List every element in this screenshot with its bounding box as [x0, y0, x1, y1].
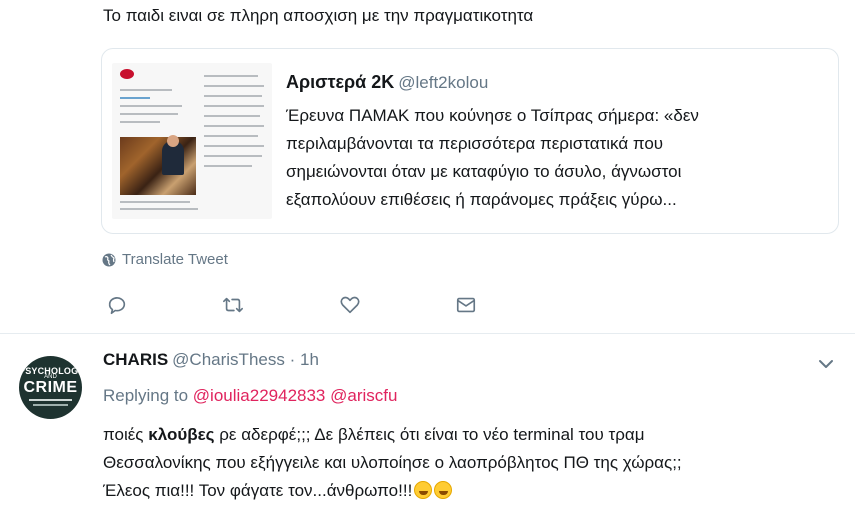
- quoted-line: εξαπολύουν επιθέσεις ή παράνομες πράξεις…: [286, 190, 677, 209]
- quoted-tweet-header: Αριστερά 2Κ @left2kolou: [286, 72, 488, 93]
- laughing-emoji-icon: [414, 481, 433, 499]
- tweet-actions: [104, 292, 504, 318]
- quoted-line: σημειώνονται όταν με καταφύγιο το άσυλο,…: [286, 162, 682, 181]
- reply-button[interactable]: [104, 292, 130, 318]
- chevron-down-icon[interactable]: [816, 354, 836, 374]
- thumbnail-logo: [120, 69, 134, 79]
- reply-line: ποιές κλούβες ρε αδερφέ;;; Δε βλέπεις ότ…: [103, 421, 843, 449]
- replying-to: Replying to @ioulia22942833 @ariscfu: [103, 386, 397, 406]
- avatar[interactable]: PSYCHOLOGY AND CRIME: [19, 356, 82, 419]
- direct-message-button[interactable]: [453, 292, 479, 318]
- translate-tweet-link[interactable]: Translate Tweet: [102, 251, 228, 268]
- reply-text-bold: κλούβες: [148, 425, 215, 444]
- reply-header: CHARIS @CharisThess · 1h: [103, 350, 319, 370]
- reply-author-handle[interactable]: @CharisThess: [172, 350, 285, 369]
- reply-line: Θεσσαλονίκης που εξήγγειλε και υλοποίησε…: [103, 453, 682, 472]
- like-button[interactable]: [337, 292, 363, 318]
- tweet-divider: [0, 333, 855, 334]
- reply-text: ποιές κλούβες ρε αδερφέ;;; Δε βλέπεις ότ…: [103, 421, 843, 505]
- reply-text-part: Έλεος πια!!! Τον φάγατε τον...άνθρωπο!!!: [103, 481, 413, 500]
- quoted-author-handle[interactable]: @left2kolou: [398, 73, 488, 92]
- reply-text-part: ποιές: [103, 425, 149, 444]
- reply-text-part: ρε αδερφέ;;; Δε βλέπεις ότι είναι το νέο…: [214, 425, 645, 444]
- laughing-emoji-icon: [434, 481, 453, 499]
- quoted-line: περιλαμβάνονται τα περισσότερα περιστατι…: [286, 134, 664, 153]
- quoted-tweet-thumbnail: [112, 63, 272, 219]
- mail-icon: [456, 297, 476, 313]
- mention-link[interactable]: @ariscfu: [330, 386, 397, 405]
- retweet-button[interactable]: [220, 292, 246, 318]
- reply-timestamp[interactable]: 1h: [300, 350, 319, 369]
- translate-label: Translate Tweet: [122, 251, 228, 268]
- replying-label: Replying to: [103, 386, 189, 405]
- quoted-line: Έρευνα ΠΑΜΑΚ που κούνησε ο Τσίπρας σήμερ…: [286, 106, 699, 125]
- tweet-text: Το παιδι ειναι σε πληρη αποσχιση με την …: [103, 6, 534, 25]
- separator-dot: ·: [289, 350, 296, 369]
- reply-line: Έλεος πια!!! Τον φάγατε τον...άνθρωπο!!!: [103, 477, 843, 505]
- globe-icon: [102, 253, 116, 266]
- mention-link[interactable]: @ioulia22942833: [193, 386, 326, 405]
- quoted-tweet-text: Έρευνα ΠΑΜΑΚ που κούνησε ο Τσίπρας σήμερ…: [286, 102, 826, 214]
- reply-author-name[interactable]: CHARIS: [103, 350, 168, 369]
- quoted-tweet-card[interactable]: Αριστερά 2Κ @left2kolou Έρευνα ΠΑΜΑΚ που …: [101, 48, 839, 234]
- quoted-author-name[interactable]: Αριστερά 2Κ: [286, 72, 394, 92]
- avatar-text: CRIME: [23, 379, 78, 396]
- reply-icon: [108, 297, 126, 315]
- heart-icon: [340, 296, 360, 314]
- retweet-icon: [223, 297, 243, 313]
- thumbnail-photo: [120, 137, 196, 195]
